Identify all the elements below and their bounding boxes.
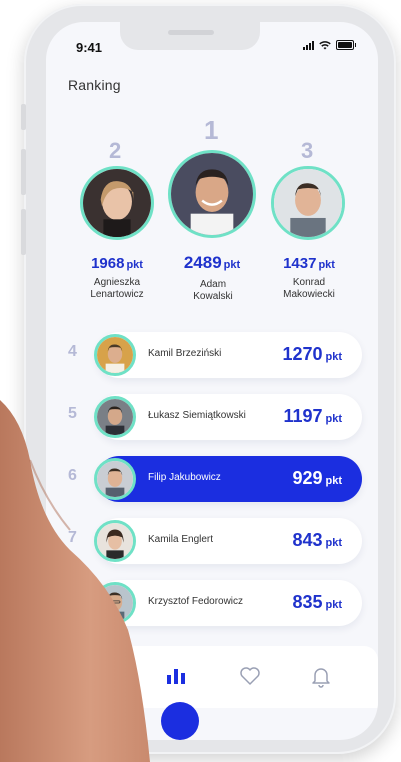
list-name: Krzysztof Fedorowicz (148, 596, 244, 607)
podium-score-1: 2489 pkt (162, 253, 262, 273)
score-value: 1968 (91, 255, 125, 272)
podium-avatar-2[interactable] (80, 166, 154, 240)
battery-icon (336, 40, 356, 50)
score-unit: pkt (318, 259, 335, 271)
score-unit: pkt (325, 475, 343, 487)
podium-score-3: 1437 pkt (260, 255, 358, 272)
list-score: 929 pkt (292, 468, 342, 489)
score-unit: pkt (325, 351, 343, 363)
first-name: Adam (199, 279, 227, 290)
score-unit: pkt (325, 413, 343, 425)
podium-score-2: 1968 pkt (68, 255, 166, 272)
volume-down-button (21, 209, 26, 255)
status-icons (303, 40, 356, 50)
page-title: Ranking (68, 77, 121, 93)
score-value: 843 (292, 530, 323, 550)
podium-name-2: Agnieszka Lenartowicz (68, 277, 166, 301)
mute-switch (21, 104, 26, 130)
center-action-button[interactable] (161, 702, 199, 740)
list-name: Łukasz Siemiątkowski (148, 410, 246, 421)
list-score: 1197 pkt (283, 406, 342, 427)
bell-icon[interactable] (309, 664, 333, 688)
list-score: 843 pkt (292, 530, 342, 551)
podium-avatar-3[interactable] (271, 166, 345, 240)
signal-icon (303, 40, 314, 50)
score-value: 1270 (282, 344, 323, 364)
hand-image (0, 400, 150, 762)
heart-icon[interactable] (238, 664, 262, 688)
first-name: Konrad (292, 277, 326, 288)
list-rank-4: 4 (68, 343, 77, 360)
score-unit: pkt (325, 599, 343, 611)
avatar-photo (83, 169, 151, 237)
podium-rank-3: 3 (301, 138, 314, 163)
avatar-photo (97, 337, 133, 373)
list-item[interactable]: Kamil Brzeziński 1270 pkt (94, 332, 362, 378)
first-name: Agnieszka (93, 277, 141, 288)
bar-chart-icon[interactable] (164, 664, 188, 688)
score-value: 929 (292, 468, 323, 488)
score-unit: pkt (325, 537, 343, 549)
score-unit: pkt (223, 259, 241, 271)
score-value: 835 (292, 592, 323, 612)
avatar-photo (171, 153, 253, 235)
avatar-photo (274, 169, 342, 237)
podium-avatar-1[interactable] (168, 150, 256, 238)
speaker (168, 30, 214, 35)
notch (120, 22, 260, 50)
score-value: 1197 (283, 406, 323, 426)
score-value: 2489 (183, 253, 222, 272)
list-name: Filip Jakubowicz (148, 472, 221, 483)
podium-name-3: Konrad Makowiecki (260, 277, 358, 301)
podium-name-1: Adam Kowalski (164, 279, 262, 303)
podium-rank-2: 2 (109, 138, 122, 163)
status-time: 9:41 (76, 40, 103, 55)
last-name: Lenartowicz (90, 289, 144, 300)
last-name: Makowiecki (283, 289, 335, 300)
score-unit: pkt (126, 259, 143, 271)
wifi-icon (319, 41, 331, 50)
podium-rank-1: 1 (204, 115, 219, 145)
list-score: 1270 pkt (282, 344, 342, 365)
list-name: Kamil Brzeziński (148, 348, 222, 359)
last-name: Kowalski (193, 291, 233, 302)
list-score: 835 pkt (292, 592, 342, 613)
list-avatar (94, 334, 136, 376)
list-name: Kamila Englert (148, 534, 214, 545)
score-value: 1437 (283, 255, 317, 272)
volume-up-button (21, 149, 26, 195)
